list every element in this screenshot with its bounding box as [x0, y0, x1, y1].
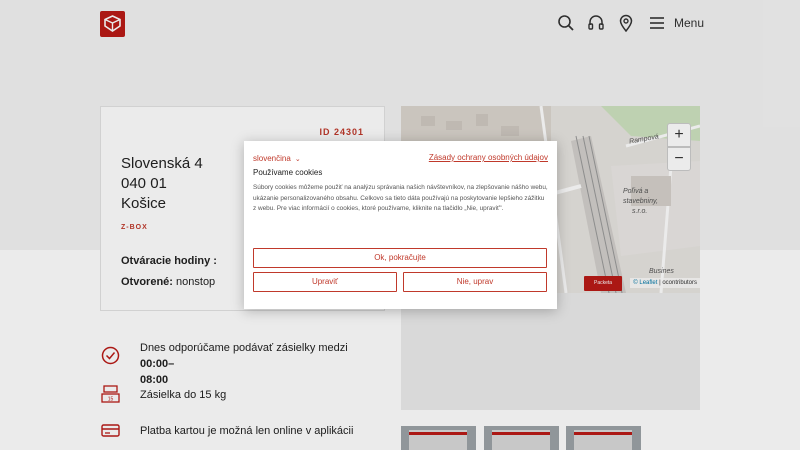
- privacy-policy-link[interactable]: Zásady ochrany osobných údajov: [429, 153, 548, 162]
- accept-cookies-button[interactable]: Ok, pokračujte: [253, 248, 547, 268]
- chevron-down-icon: ⌄: [294, 156, 301, 163]
- cookie-consent-dialog: slovenčina ⌄ Zásady ochrany osobných údaj…: [244, 141, 557, 309]
- language-label: slovenčina: [253, 154, 291, 163]
- reject-cookies-button[interactable]: Nie, uprav: [403, 272, 547, 292]
- language-select[interactable]: slovenčina ⌄: [253, 154, 301, 163]
- cookie-description: Súbory cookies môžeme použiť na analýzu …: [253, 184, 548, 212]
- customize-cookies-button[interactable]: Upraviť: [253, 272, 397, 292]
- cookie-title: Používame cookies: [253, 168, 323, 177]
